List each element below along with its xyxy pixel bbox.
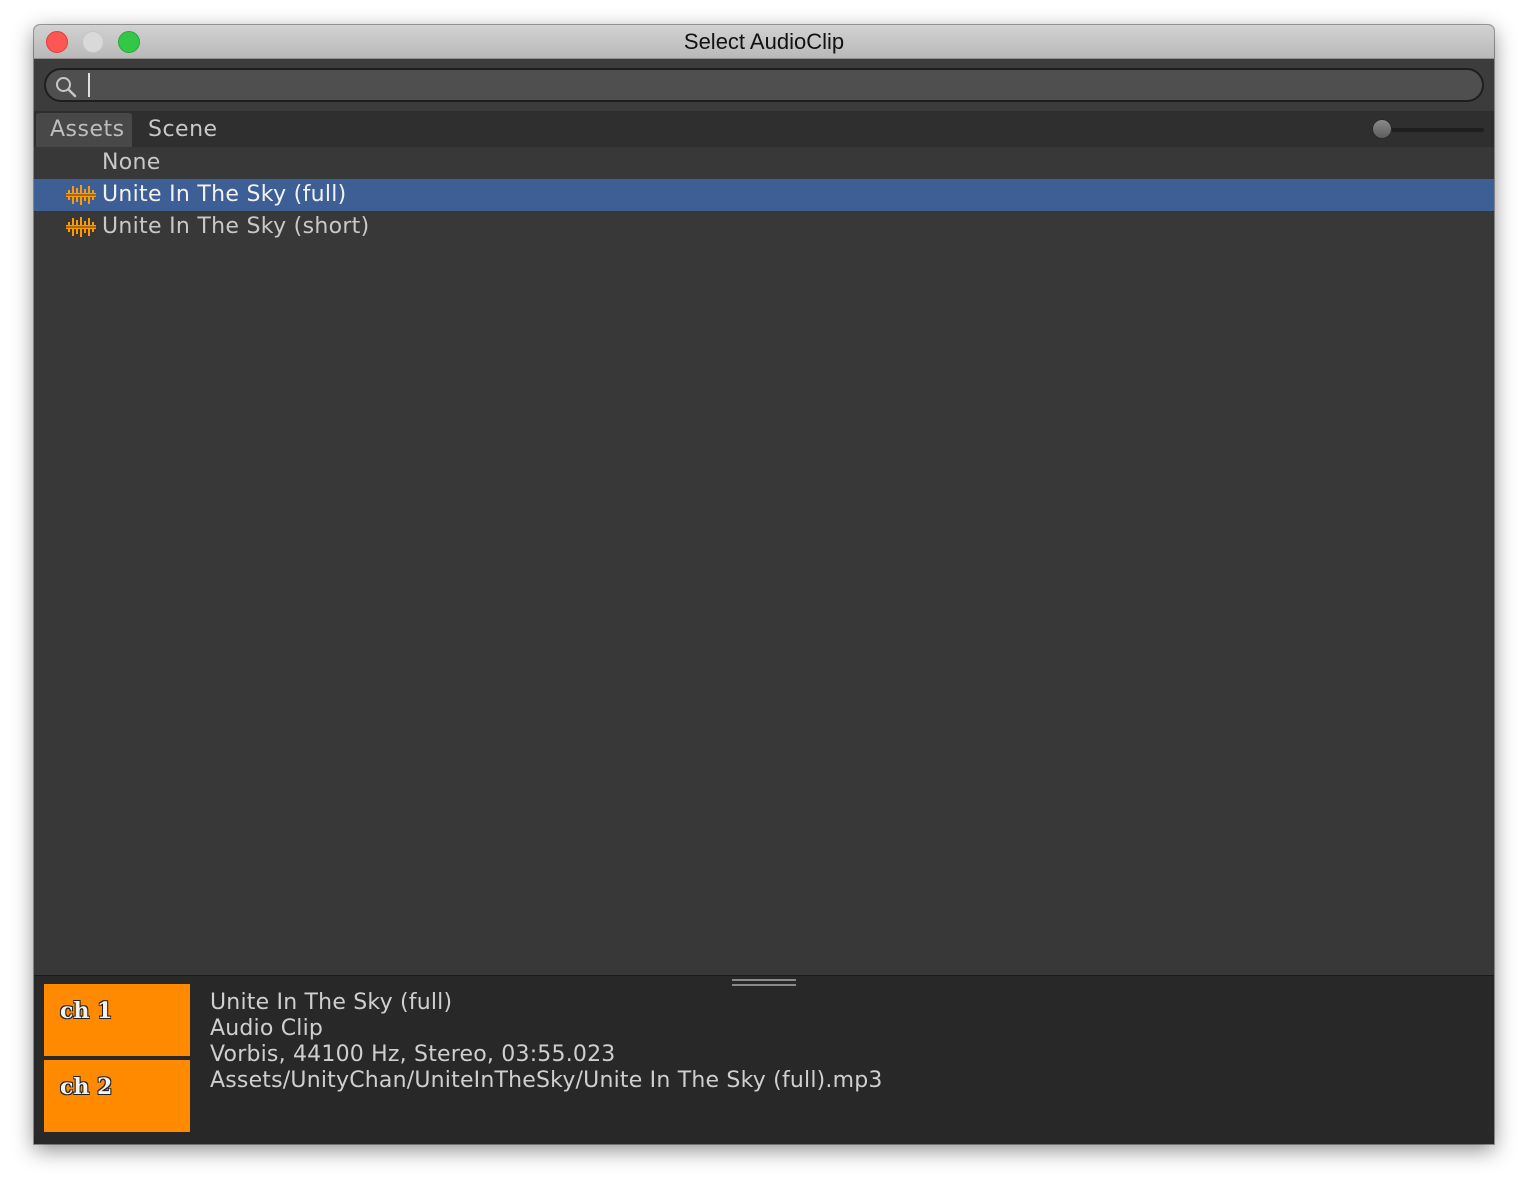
preview-panel: ch 1 ch 2 Unite In The Sky (full) Audio … <box>34 975 1494 1144</box>
icon-size-slider[interactable] <box>1380 128 1484 132</box>
list-item-unite-short[interactable]: Unite In The Sky (short) <box>34 211 1494 243</box>
channel-label: ch 1 <box>60 998 113 1024</box>
clip-info: Unite In The Sky (full) Audio Clip Vorbi… <box>210 990 883 1094</box>
search-bar <box>34 59 1494 111</box>
select-audioclip-window: Select AudioClip Assets Scene None Unite… <box>34 25 1494 1144</box>
list-item-label: Unite In The Sky (short) <box>102 214 370 239</box>
window-title: Select AudioClip <box>683 29 845 54</box>
tab-scene[interactable]: Scene <box>134 113 232 147</box>
clip-name: Unite In The Sky (full) <box>210 990 453 1015</box>
title-bar[interactable]: Select AudioClip <box>34 25 1494 59</box>
list-item-label: None <box>102 150 161 175</box>
search-icon <box>56 77 77 98</box>
search-input[interactable] <box>44 68 1484 102</box>
audio-clip-icon <box>66 217 96 237</box>
asset-list: None Unite In The Sky (full) Unite In Th… <box>34 147 1494 975</box>
clip-type: Audio Clip <box>210 1016 324 1041</box>
waveform-channel-1: ch 1 <box>44 984 190 1056</box>
list-item-unite-full[interactable]: Unite In The Sky (full) <box>34 179 1494 211</box>
audio-clip-icon <box>66 185 96 205</box>
clip-format: Vorbis, 44100 Hz, Stereo, 03:55.023 <box>210 1042 616 1067</box>
waveform-channel-2: ch 2 <box>44 1060 190 1132</box>
channel-label: ch 2 <box>60 1074 113 1100</box>
waveform-preview[interactable]: ch 1 ch 2 <box>44 984 190 1132</box>
tab-bar: Assets Scene <box>34 111 1494 147</box>
resize-grip[interactable] <box>732 979 796 987</box>
list-item-label: Unite In The Sky (full) <box>102 182 347 207</box>
icon-size-slider-thumb[interactable] <box>1372 119 1392 139</box>
list-item-none[interactable]: None <box>34 147 1494 179</box>
text-cursor <box>88 73 90 97</box>
tab-assets[interactable]: Assets <box>36 113 132 147</box>
clip-path: Assets/UnityChan/UniteInTheSky/Unite In … <box>210 1068 883 1093</box>
